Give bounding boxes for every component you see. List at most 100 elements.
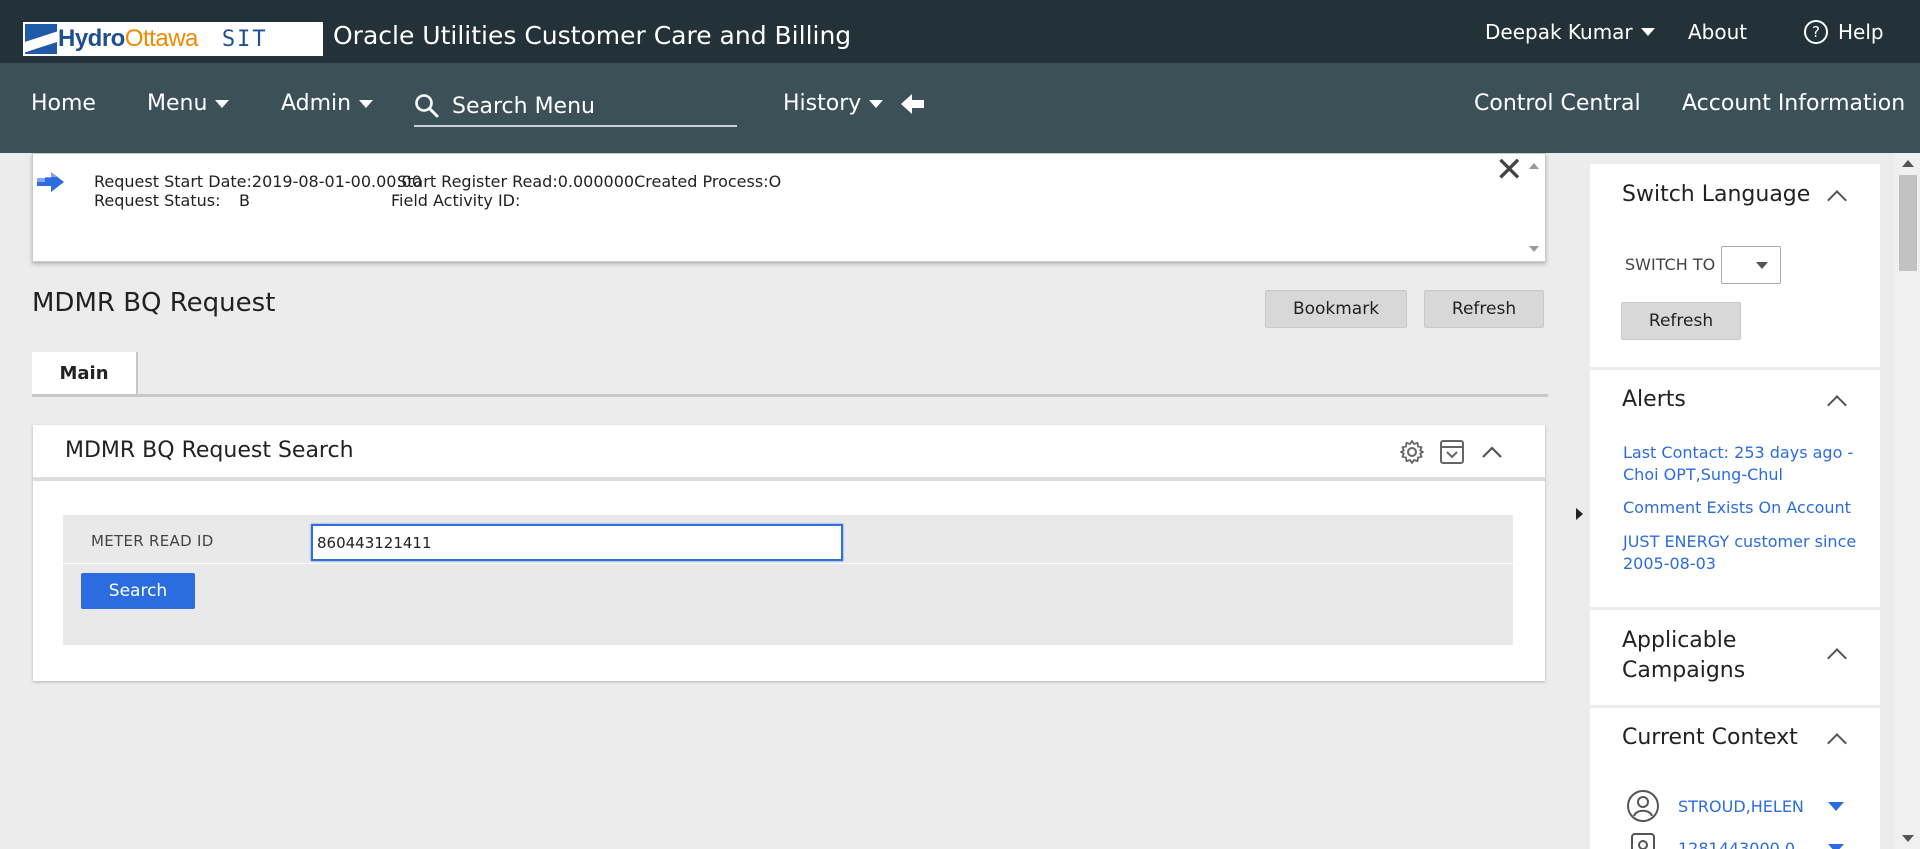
tab-main[interactable]: Main	[32, 352, 138, 394]
nav-history[interactable]: History	[783, 91, 925, 116]
chevron-down-icon[interactable]	[1828, 843, 1844, 849]
help-link[interactable]: ? Help	[1804, 20, 1884, 44]
tab-divider	[32, 394, 1548, 397]
dashboard-splitter[interactable]	[1574, 153, 1584, 849]
hydro-ottawa-logo[interactable]: Hydro Ottawa SIT	[23, 22, 323, 56]
about-link[interactable]: About	[1688, 20, 1747, 44]
field-activity-id-label: Field Activity ID:	[391, 191, 521, 210]
language-select[interactable]	[1721, 246, 1781, 284]
request-status-label: Request Status:	[94, 191, 221, 210]
scroll-down-icon[interactable]	[1902, 835, 1914, 842]
chevron-down-icon	[215, 99, 230, 108]
chevron-down-icon	[1640, 28, 1655, 36]
nav-account-information-label: Account Information	[1682, 91, 1906, 116]
nav-menu[interactable]: Menu	[147, 91, 230, 116]
logo-ottawa-text: Ottawa	[124, 25, 199, 52]
top-header: Hydro Ottawa SIT Oracle Utilities Custom…	[0, 0, 1920, 63]
chevron-down-icon[interactable]	[1828, 801, 1844, 811]
alerts-title: Alerts	[1622, 387, 1686, 412]
message-line-1: Request Start Date:2019-08-01-00.00.00 S…	[94, 172, 781, 191]
context-person-row: STROUD,HELEN	[1626, 789, 1844, 823]
nav-admin[interactable]: Admin	[281, 91, 374, 116]
search-zone: MDMR BQ Request Search METER READ ID Sea…	[33, 425, 1545, 681]
message-text: Request Start Date:2019-08-01-00.00.00 S…	[94, 172, 781, 210]
context-account-row: 1281443000 0	[1626, 831, 1844, 849]
nav-home[interactable]: Home	[31, 91, 96, 116]
current-context-zone: Current Context STROUD,HELEN 1281443000 …	[1590, 708, 1880, 849]
nav-control-central[interactable]: Control Central	[1474, 91, 1641, 116]
help-icon: ?	[1804, 20, 1828, 44]
chevron-up-icon[interactable]	[1827, 190, 1847, 210]
arrow-left-icon[interactable]	[901, 93, 925, 115]
chevron-down-icon	[869, 99, 884, 108]
chevron-up-icon[interactable]	[1827, 395, 1847, 415]
request-status-value: B	[239, 191, 250, 210]
message-scrollbar[interactable]	[1523, 154, 1545, 261]
arrow-right-icon	[37, 172, 64, 192]
collapse-dashboard-icon[interactable]	[1576, 508, 1583, 520]
applicable-campaigns-zone: Applicable Campaigns	[1590, 610, 1880, 705]
logo-mark-icon	[25, 24, 57, 54]
alert-just-energy[interactable]: JUST ENERGY customer since 2005-08-03	[1623, 531, 1863, 575]
context-account-link[interactable]: 1281443000 0	[1678, 839, 1828, 849]
environment-label: SIT	[221, 26, 268, 52]
switch-language-title: Switch Language	[1622, 182, 1811, 207]
bookmark-button[interactable]: Bookmark	[1265, 290, 1407, 328]
language-refresh-button[interactable]: Refresh	[1621, 302, 1741, 340]
chevron-up-icon[interactable]	[1827, 648, 1847, 668]
filter-dropdown-icon[interactable]	[1439, 439, 1465, 465]
page-scrollbar[interactable]	[1895, 153, 1920, 849]
page-title: MDMR BQ Request	[32, 288, 276, 318]
chevron-up-icon[interactable]	[1479, 439, 1505, 465]
request-start-date: Request Start Date:2019-08-01-00.00.00	[94, 172, 422, 191]
alert-comment-exists[interactable]: Comment Exists On Account	[1623, 497, 1863, 519]
person-circle-icon	[1627, 790, 1659, 822]
contact-card-icon	[1631, 833, 1655, 849]
refresh-button[interactable]: Refresh	[1424, 290, 1544, 328]
chevron-up-icon[interactable]	[1827, 733, 1847, 753]
created-process: Created Process:O	[634, 172, 782, 191]
nav-admin-label: Admin	[281, 91, 352, 116]
about-label: About	[1688, 20, 1748, 44]
main-navigation: Home Menu Admin History Control Central …	[0, 63, 1920, 153]
message-panel: Request Start Date:2019-08-01-00.00.00 S…	[32, 152, 1546, 262]
search-menu-input[interactable]	[452, 93, 722, 119]
nav-account-information[interactable]: Account Information	[1682, 91, 1905, 116]
nav-home-label: Home	[31, 91, 96, 116]
zone-actions	[1399, 439, 1505, 465]
user-name: Deepak Kumar	[1485, 20, 1633, 44]
scroll-down-icon[interactable]	[1529, 246, 1539, 252]
search-icon[interactable]	[414, 93, 440, 119]
applicable-campaigns-title: Applicable Campaigns	[1622, 628, 1746, 683]
switch-to-label: SWITCH TO	[1625, 255, 1716, 274]
search-menu	[414, 87, 737, 127]
scroll-up-icon[interactable]	[1902, 160, 1914, 167]
switch-language-zone: Switch Language SWITCH TO Refresh	[1590, 164, 1880, 367]
nav-menu-label: Menu	[147, 91, 208, 116]
nav-control-central-label: Control Central	[1474, 91, 1641, 116]
app-title: Oracle Utilities Customer Care and Billi…	[333, 21, 852, 50]
meter-read-id-input[interactable]	[311, 524, 843, 561]
search-zone-header: MDMR BQ Request Search	[33, 425, 1545, 481]
user-menu[interactable]: Deepak Kumar	[1485, 20, 1655, 44]
meter-read-id-label: METER READ ID	[91, 532, 214, 550]
alert-last-contact[interactable]: Last Contact: 253 days ago - Choi OPT,Su…	[1623, 442, 1863, 486]
search-button[interactable]: Search	[81, 573, 195, 609]
nav-history-label: History	[783, 91, 862, 116]
message-line-2: Request Status: B Field Activity ID:	[94, 191, 781, 210]
chevron-down-icon	[359, 99, 374, 108]
meter-read-id-row: METER READ ID	[63, 515, 1513, 564]
gear-icon[interactable]	[1399, 439, 1425, 465]
alerts-zone: Alerts Last Contact: 253 days ago - Choi…	[1590, 370, 1880, 607]
search-zone-title: MDMR BQ Request Search	[65, 438, 354, 463]
scroll-up-icon[interactable]	[1529, 163, 1539, 169]
scrollbar-thumb[interactable]	[1899, 175, 1917, 271]
close-icon[interactable]: ✕	[1495, 152, 1524, 188]
search-criteria: METER READ ID Search	[63, 515, 1513, 645]
current-context-title: Current Context	[1622, 725, 1798, 750]
logo-hydro-text: Hydro	[58, 25, 125, 52]
help-label: Help	[1838, 20, 1884, 44]
context-person-link[interactable]: STROUD,HELEN	[1678, 797, 1828, 816]
start-register-read: Start Register Read:0.000000	[397, 172, 635, 191]
dashboard: Switch Language SWITCH TO Refresh Alerts…	[1590, 153, 1880, 849]
